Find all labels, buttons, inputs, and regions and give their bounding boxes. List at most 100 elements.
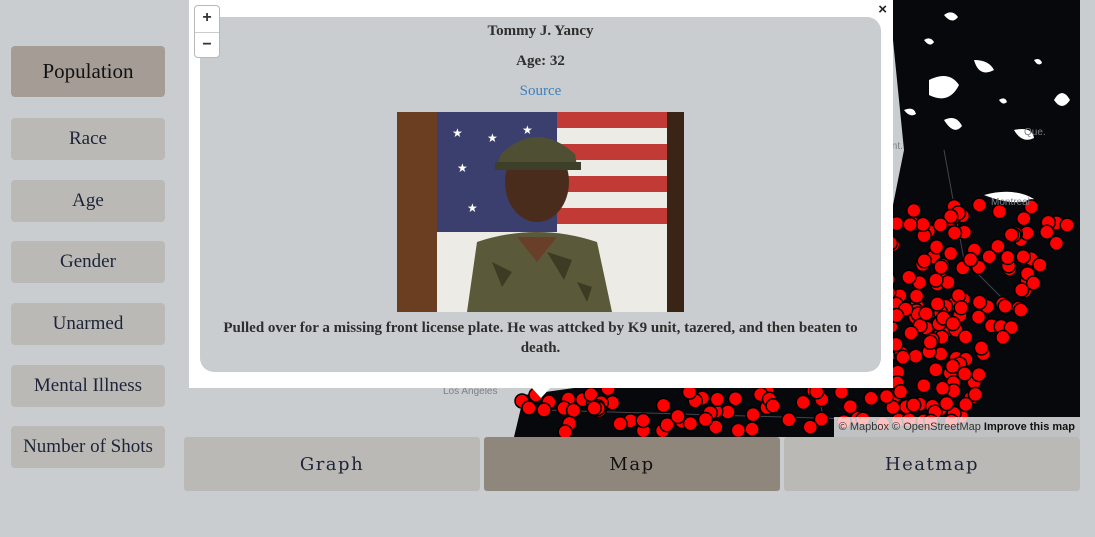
incident-marker[interactable]: [970, 309, 987, 325]
incident-marker[interactable]: [1059, 217, 1075, 233]
incident-marker[interactable]: [906, 202, 922, 219]
svg-text:★: ★: [452, 126, 463, 140]
age-button[interactable]: Age: [11, 180, 165, 222]
incident-marker[interactable]: [557, 424, 573, 437]
svg-text:★: ★: [467, 201, 478, 215]
label-que: Que.: [1024, 127, 1046, 138]
incident-marker[interactable]: [903, 325, 919, 341]
incident-marker[interactable]: [973, 340, 990, 356]
incident-marker[interactable]: [971, 197, 988, 213]
improve-map-link[interactable]: Improve this map: [984, 421, 1075, 433]
incident-marker[interactable]: [971, 294, 988, 311]
incident-marker[interactable]: [895, 349, 911, 366]
incident-marker[interactable]: [863, 390, 879, 407]
incident-marker[interactable]: [745, 406, 761, 423]
tab-map[interactable]: Map: [484, 437, 780, 491]
incident-marker[interactable]: [635, 412, 651, 429]
svg-text:★: ★: [457, 161, 468, 175]
incident-marker[interactable]: [1015, 248, 1031, 265]
tab-graph[interactable]: Graph: [184, 437, 480, 491]
mental-illness-button[interactable]: Mental Illness: [11, 365, 165, 407]
incident-marker[interactable]: [655, 397, 672, 414]
incident-marker[interactable]: [934, 380, 951, 397]
incident-marker[interactable]: [1039, 224, 1055, 240]
incident-marker[interactable]: [953, 299, 969, 316]
incident-marker[interactable]: [928, 362, 944, 378]
incident-marker[interactable]: [902, 216, 918, 233]
incident-marker[interactable]: [586, 400, 602, 416]
incident-marker[interactable]: [781, 412, 797, 428]
incident-marker[interactable]: [997, 298, 1013, 314]
population-button[interactable]: Population: [11, 46, 165, 97]
incident-marker[interactable]: [908, 288, 925, 304]
incident-marker[interactable]: [612, 416, 628, 432]
victim-name: Tommy J. Yancy: [487, 23, 594, 39]
incident-marker[interactable]: [967, 386, 984, 403]
incident-marker[interactable]: [918, 305, 934, 322]
incident-marker[interactable]: [946, 225, 963, 241]
mapbox-credit[interactable]: © Mapbox: [839, 421, 889, 433]
incident-marker[interactable]: [999, 249, 1016, 266]
incident-marker[interactable]: [802, 419, 819, 435]
incident-marker[interactable]: [1048, 235, 1065, 252]
incident-marker[interactable]: [971, 366, 987, 383]
incident-marker[interactable]: [765, 398, 781, 414]
incident-marker[interactable]: [892, 384, 909, 400]
incident-marker[interactable]: [916, 253, 933, 269]
incident-marker[interactable]: [730, 422, 747, 437]
zoom-out-button[interactable]: −: [195, 33, 219, 59]
incident-marker[interactable]: [945, 315, 961, 332]
number-of-shots-button[interactable]: Number of Shots: [11, 426, 165, 468]
osm-credit[interactable]: © OpenStreetMap: [892, 421, 981, 433]
incident-marker[interactable]: [901, 269, 917, 285]
incident-marker[interactable]: [905, 397, 922, 413]
incident-marker[interactable]: [565, 402, 582, 419]
incident-marker[interactable]: [697, 411, 714, 428]
incident-marker[interactable]: [744, 421, 760, 437]
incident-marker[interactable]: [709, 391, 726, 408]
map-attribution: © Mapbox © OpenStreetMap Improve this ma…: [833, 417, 1080, 437]
zoom-control: + −: [194, 5, 220, 58]
incident-marker[interactable]: [842, 398, 859, 415]
tab-heatmap[interactable]: Heatmap: [784, 437, 1080, 491]
incident-marker[interactable]: [907, 348, 924, 364]
incident-marker[interactable]: [995, 329, 1011, 346]
unarmed-button[interactable]: Unarmed: [11, 303, 165, 345]
incident-marker[interactable]: [922, 334, 939, 351]
incident-marker[interactable]: [933, 259, 949, 275]
incident-marker[interactable]: [915, 216, 931, 233]
incident-marker[interactable]: [682, 415, 699, 432]
incident-marker[interactable]: [928, 272, 944, 288]
incident-marker[interactable]: [521, 400, 537, 416]
incident-marker[interactable]: [938, 395, 955, 412]
zoom-in-button[interactable]: +: [195, 6, 219, 33]
incident-marker[interactable]: [1032, 257, 1048, 273]
source-link[interactable]: Source: [200, 83, 881, 100]
race-button[interactable]: Race: [11, 118, 165, 160]
incident-description: Pulled over for a missing front license …: [223, 320, 858, 356]
incident-marker[interactable]: [878, 388, 895, 405]
close-icon[interactable]: ×: [878, 2, 887, 17]
popup-content: Tommy J. Yancy Age: 32 Source ★★★ ★★★: [200, 17, 881, 372]
incident-marker[interactable]: [1013, 302, 1029, 318]
popup-pointer: [530, 386, 552, 398]
incident-marker[interactable]: [932, 217, 949, 233]
incident-marker[interactable]: [928, 239, 945, 255]
incident-marker[interactable]: [727, 390, 744, 407]
label-montreal: Montreal: [991, 197, 1030, 208]
incident-marker[interactable]: [1025, 275, 1042, 291]
incident-marker[interactable]: [929, 296, 946, 312]
incident-marker[interactable]: [962, 251, 979, 268]
svg-text:★: ★: [487, 131, 498, 145]
incident-marker[interactable]: [670, 408, 686, 425]
gender-button[interactable]: Gender: [11, 241, 165, 283]
victim-age: Age: 32: [516, 53, 565, 69]
incident-marker[interactable]: [957, 329, 974, 345]
incident-marker[interactable]: [795, 394, 811, 411]
incident-marker[interactable]: [1003, 226, 1020, 243]
incident-marker[interactable]: [1016, 210, 1032, 227]
incident-marker[interactable]: [916, 377, 932, 394]
incident-marker[interactable]: [981, 248, 997, 265]
incident-marker[interactable]: [536, 402, 552, 418]
incident-popup: × Tommy J. Yancy Age: 32 Source ★★★ ★★★: [189, 0, 893, 388]
